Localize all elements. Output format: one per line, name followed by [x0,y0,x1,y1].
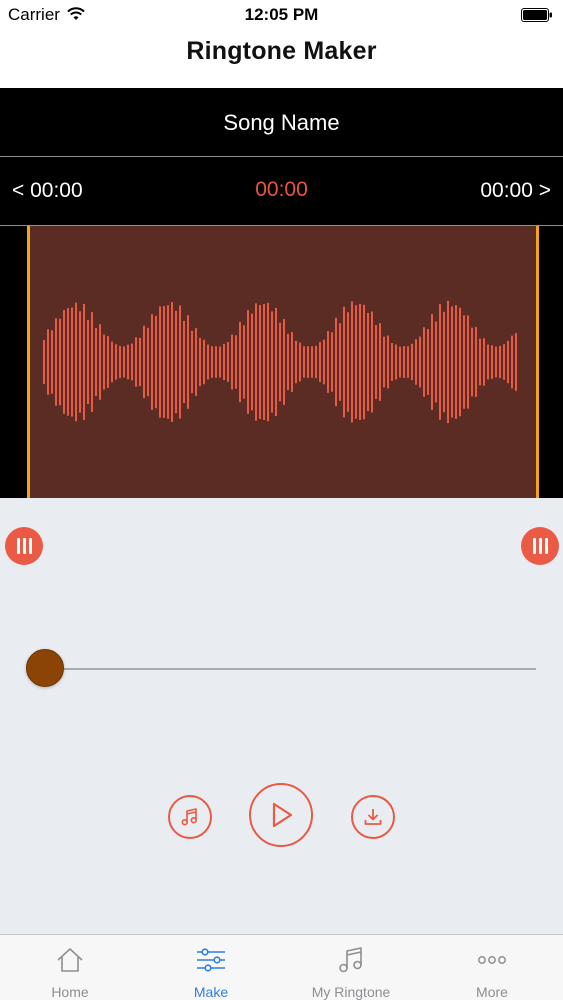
music-note-icon [181,808,197,826]
status-bar: Carrier 12:05 PM [0,0,563,30]
sliders-icon [197,948,225,972]
download-icon [364,809,382,825]
tab-home[interactable]: Home [0,935,140,1000]
trim-start-line [27,226,30,526]
end-time-button[interactable]: 00:00 > [480,179,551,203]
grip-bar [538,538,542,554]
tab-label: My Ringtone [311,984,391,1000]
playback-slider-thumb[interactable] [26,649,64,687]
trim-end-line [536,226,539,526]
trim-start-handle[interactable] [5,527,43,565]
tab-bar: Home Make My Ringtone More [0,934,563,1000]
controls-area [0,498,563,934]
tab-make[interactable]: Make [141,935,281,1000]
song-name-label: Song Name [223,110,340,135]
more-icon [478,956,506,964]
tab-my-ringtone[interactable]: My Ringtone [281,935,421,1000]
play-icon [272,802,293,828]
grip-bar [544,538,548,554]
home-icon [57,948,83,972]
play-button[interactable] [249,783,313,847]
tab-label: Make [193,984,229,1000]
current-time-label: 00:00 [255,178,308,201]
tab-label: Home [51,984,89,1000]
tab-label: More [476,984,508,1000]
grip-bar [16,538,20,554]
trim-end-handle[interactable] [521,527,559,565]
tab-more[interactable]: More [422,935,562,1000]
waveform[interactable] [0,226,563,498]
grip-bar [532,538,536,554]
save-ringtone-button[interactable] [351,795,395,839]
music-note-icon [339,947,362,973]
page-title: Ringtone Maker [186,37,377,65]
playback-slider-track[interactable] [44,668,536,670]
time-row: < 00:00 00:00 00:00 > [0,157,563,225]
battery-icon [521,8,552,22]
choose-song-button[interactable] [168,795,212,839]
status-time: 12:05 PM [244,5,319,24]
grip-bar [22,538,26,554]
grip-bar [28,538,32,554]
